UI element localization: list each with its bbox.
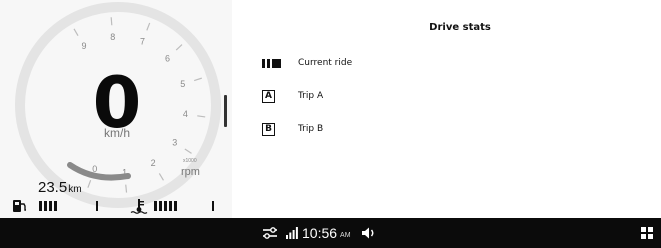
list-item-label: Trip A <box>298 91 324 101</box>
status-bar: 10:56 AM <box>0 218 661 248</box>
rpm-tick-mark <box>73 28 79 37</box>
signal-icon <box>286 227 298 239</box>
gauge-row <box>12 198 222 214</box>
list-item-label: Trip B <box>298 124 324 134</box>
temp-level-bars <box>154 201 177 211</box>
apps-grid-icon[interactable] <box>641 227 653 239</box>
rpm-tick-mark <box>87 179 92 188</box>
current-ride-icon <box>262 58 281 68</box>
odometer: 23.5km <box>38 179 82 196</box>
trip-b-icon: B <box>262 122 275 136</box>
rpm-scale: x1000 <box>183 158 197 164</box>
list-item-trip-a[interactable]: A Trip A <box>262 88 323 104</box>
rpm-tick-label: 6 <box>165 53 170 63</box>
fuel-level-bars <box>39 201 57 211</box>
rpm-label: rpm <box>181 166 200 178</box>
rpm-tick-label: 3 <box>172 137 177 147</box>
panel-resize-handle[interactable] <box>224 95 227 127</box>
fuel-icon <box>13 200 26 212</box>
tune-icon[interactable] <box>262 226 278 240</box>
odometer-unit: km <box>68 184 82 195</box>
list-item-label: Current ride <box>298 58 353 68</box>
trip-a-icon: A <box>262 89 275 103</box>
rpm-tick-mark <box>193 77 202 82</box>
rpm-tick-mark <box>146 22 151 31</box>
rpm-tick-mark <box>175 44 183 51</box>
rpm-tick-mark <box>110 17 113 26</box>
list-item-trip-b[interactable]: B Trip B <box>262 121 323 137</box>
fuel-gauge-end-tick <box>96 201 98 211</box>
clock-ampm: AM <box>340 231 351 239</box>
rpm-tick-mark <box>158 173 164 181</box>
rpm-tick-mark <box>125 184 128 193</box>
rpm-tick-label: 9 <box>81 41 86 51</box>
instrument-cluster: 0123456789 0 km/h x1000 rpm 23.5km <box>0 0 232 218</box>
speed-unit: km/h <box>103 126 130 140</box>
rpm-tick-mark <box>197 115 206 118</box>
rpm-tick-label: 5 <box>180 79 185 89</box>
page-title: Drive stats <box>429 22 491 33</box>
rpm-tick-label: 7 <box>140 37 145 47</box>
rpm-tick-mark <box>184 148 192 154</box>
rpm-tick-label: 8 <box>110 32 115 42</box>
odometer-value: 23.5 <box>38 179 68 196</box>
coolant-temp-icon <box>130 199 148 214</box>
volume-icon[interactable] <box>361 226 377 240</box>
temp-gauge-end-tick <box>212 201 214 211</box>
rpm-tick-label: 4 <box>183 109 188 119</box>
rpm-tick-label: 2 <box>151 158 156 168</box>
clock-time: 10:56 <box>302 225 338 241</box>
list-item-current-ride[interactable]: Current ride <box>262 55 352 71</box>
